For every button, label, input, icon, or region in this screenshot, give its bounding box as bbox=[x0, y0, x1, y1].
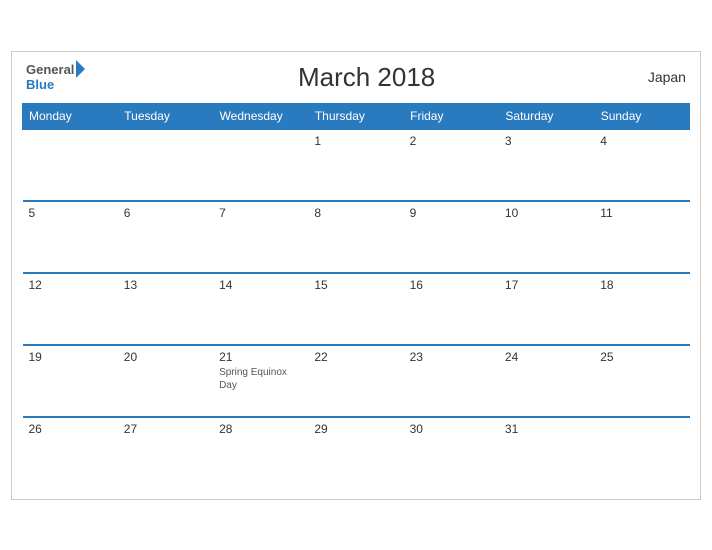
week-row-4: 26 27 28 29 30 31 bbox=[23, 417, 690, 489]
day-number: 15 bbox=[314, 278, 397, 292]
day-number: 16 bbox=[410, 278, 493, 292]
day-number: 27 bbox=[124, 422, 207, 436]
day-number: 25 bbox=[600, 350, 683, 364]
day-cell: 6 bbox=[118, 201, 213, 273]
weekday-header-friday: Friday bbox=[404, 103, 499, 129]
day-cell: 21 Spring Equinox Day bbox=[213, 345, 308, 417]
day-cell: 22 bbox=[308, 345, 403, 417]
day-cell: 10 bbox=[499, 201, 594, 273]
day-cell: 19 bbox=[23, 345, 118, 417]
day-cell: 20 bbox=[118, 345, 213, 417]
day-number: 7 bbox=[219, 206, 302, 220]
day-cell: 30 bbox=[404, 417, 499, 489]
week-row-2: 12 13 14 15 16 17 18 bbox=[23, 273, 690, 345]
day-number: 14 bbox=[219, 278, 302, 292]
day-cell bbox=[213, 129, 308, 201]
day-number: 18 bbox=[600, 278, 683, 292]
day-number: 2 bbox=[410, 134, 493, 148]
week-row-1: 56789 10 11 bbox=[23, 201, 690, 273]
day-number: 19 bbox=[29, 350, 112, 364]
day-cell: 29 bbox=[308, 417, 403, 489]
weekday-header-thursday: Thursday bbox=[308, 103, 403, 129]
day-cell: 14 bbox=[213, 273, 308, 345]
day-number: 26 bbox=[29, 422, 112, 436]
day-cell: 28 bbox=[213, 417, 308, 489]
day-cell: 11 bbox=[594, 201, 689, 273]
day-number: 5 bbox=[29, 206, 112, 220]
day-cell: 13 bbox=[118, 273, 213, 345]
weekday-header-saturday: Saturday bbox=[499, 103, 594, 129]
day-cell: 15 bbox=[308, 273, 403, 345]
day-number: 8 bbox=[314, 206, 397, 220]
day-cell: 2 bbox=[404, 129, 499, 201]
logo-triangle-icon bbox=[76, 60, 85, 78]
day-number: 28 bbox=[219, 422, 302, 436]
calendar-container: General Blue March 2018 Japan MondayTues… bbox=[11, 51, 701, 500]
day-number: 29 bbox=[314, 422, 397, 436]
day-cell bbox=[118, 129, 213, 201]
logo-general: General bbox=[26, 63, 74, 77]
day-number: 21 bbox=[219, 350, 302, 364]
day-cell: 8 bbox=[308, 201, 403, 273]
day-cell: 12 bbox=[23, 273, 118, 345]
weekday-header-tuesday: Tuesday bbox=[118, 103, 213, 129]
logo: General Blue bbox=[26, 62, 85, 92]
day-number: 13 bbox=[124, 278, 207, 292]
day-cell: 17 bbox=[499, 273, 594, 345]
day-cell: 1 bbox=[308, 129, 403, 201]
day-cell bbox=[594, 417, 689, 489]
day-number: 24 bbox=[505, 350, 588, 364]
day-number: 3 bbox=[505, 134, 588, 148]
holiday-label: Spring Equinox Day bbox=[219, 366, 302, 392]
day-cell bbox=[23, 129, 118, 201]
day-number: 12 bbox=[29, 278, 112, 292]
day-cell: 25 bbox=[594, 345, 689, 417]
calendar-country: Japan bbox=[648, 69, 686, 85]
day-cell: 31 bbox=[499, 417, 594, 489]
day-number: 9 bbox=[410, 206, 493, 220]
logo-blue: Blue bbox=[26, 78, 85, 92]
day-cell: 16 bbox=[404, 273, 499, 345]
day-number: 4 bbox=[600, 134, 683, 148]
day-number: 31 bbox=[505, 422, 588, 436]
weekday-header-row: MondayTuesdayWednesdayThursdayFridaySatu… bbox=[23, 103, 690, 129]
week-row-0: 1234 bbox=[23, 129, 690, 201]
calendar-grid: MondayTuesdayWednesdayThursdayFridaySatu… bbox=[22, 103, 690, 489]
day-cell: 5 bbox=[23, 201, 118, 273]
calendar-header: General Blue March 2018 Japan bbox=[22, 62, 690, 93]
week-row-3: 19 20 21 Spring Equinox Day 22 23 24 25 bbox=[23, 345, 690, 417]
day-number: 30 bbox=[410, 422, 493, 436]
day-cell: 23 bbox=[404, 345, 499, 417]
day-number: 17 bbox=[505, 278, 588, 292]
day-number: 1 bbox=[314, 134, 397, 148]
day-cell: 24 bbox=[499, 345, 594, 417]
calendar-title: March 2018 bbox=[298, 62, 435, 93]
day-number: 23 bbox=[410, 350, 493, 364]
weekday-header-wednesday: Wednesday bbox=[213, 103, 308, 129]
day-number: 10 bbox=[505, 206, 588, 220]
day-number: 11 bbox=[600, 206, 683, 220]
day-cell: 3 bbox=[499, 129, 594, 201]
day-number: 22 bbox=[314, 350, 397, 364]
day-cell: 4 bbox=[594, 129, 689, 201]
day-cell: 7 bbox=[213, 201, 308, 273]
day-cell: 26 bbox=[23, 417, 118, 489]
day-cell: 9 bbox=[404, 201, 499, 273]
day-number: 20 bbox=[124, 350, 207, 364]
day-number: 6 bbox=[124, 206, 207, 220]
weekday-header-monday: Monday bbox=[23, 103, 118, 129]
weekday-header-sunday: Sunday bbox=[594, 103, 689, 129]
day-cell: 18 bbox=[594, 273, 689, 345]
day-cell: 27 bbox=[118, 417, 213, 489]
